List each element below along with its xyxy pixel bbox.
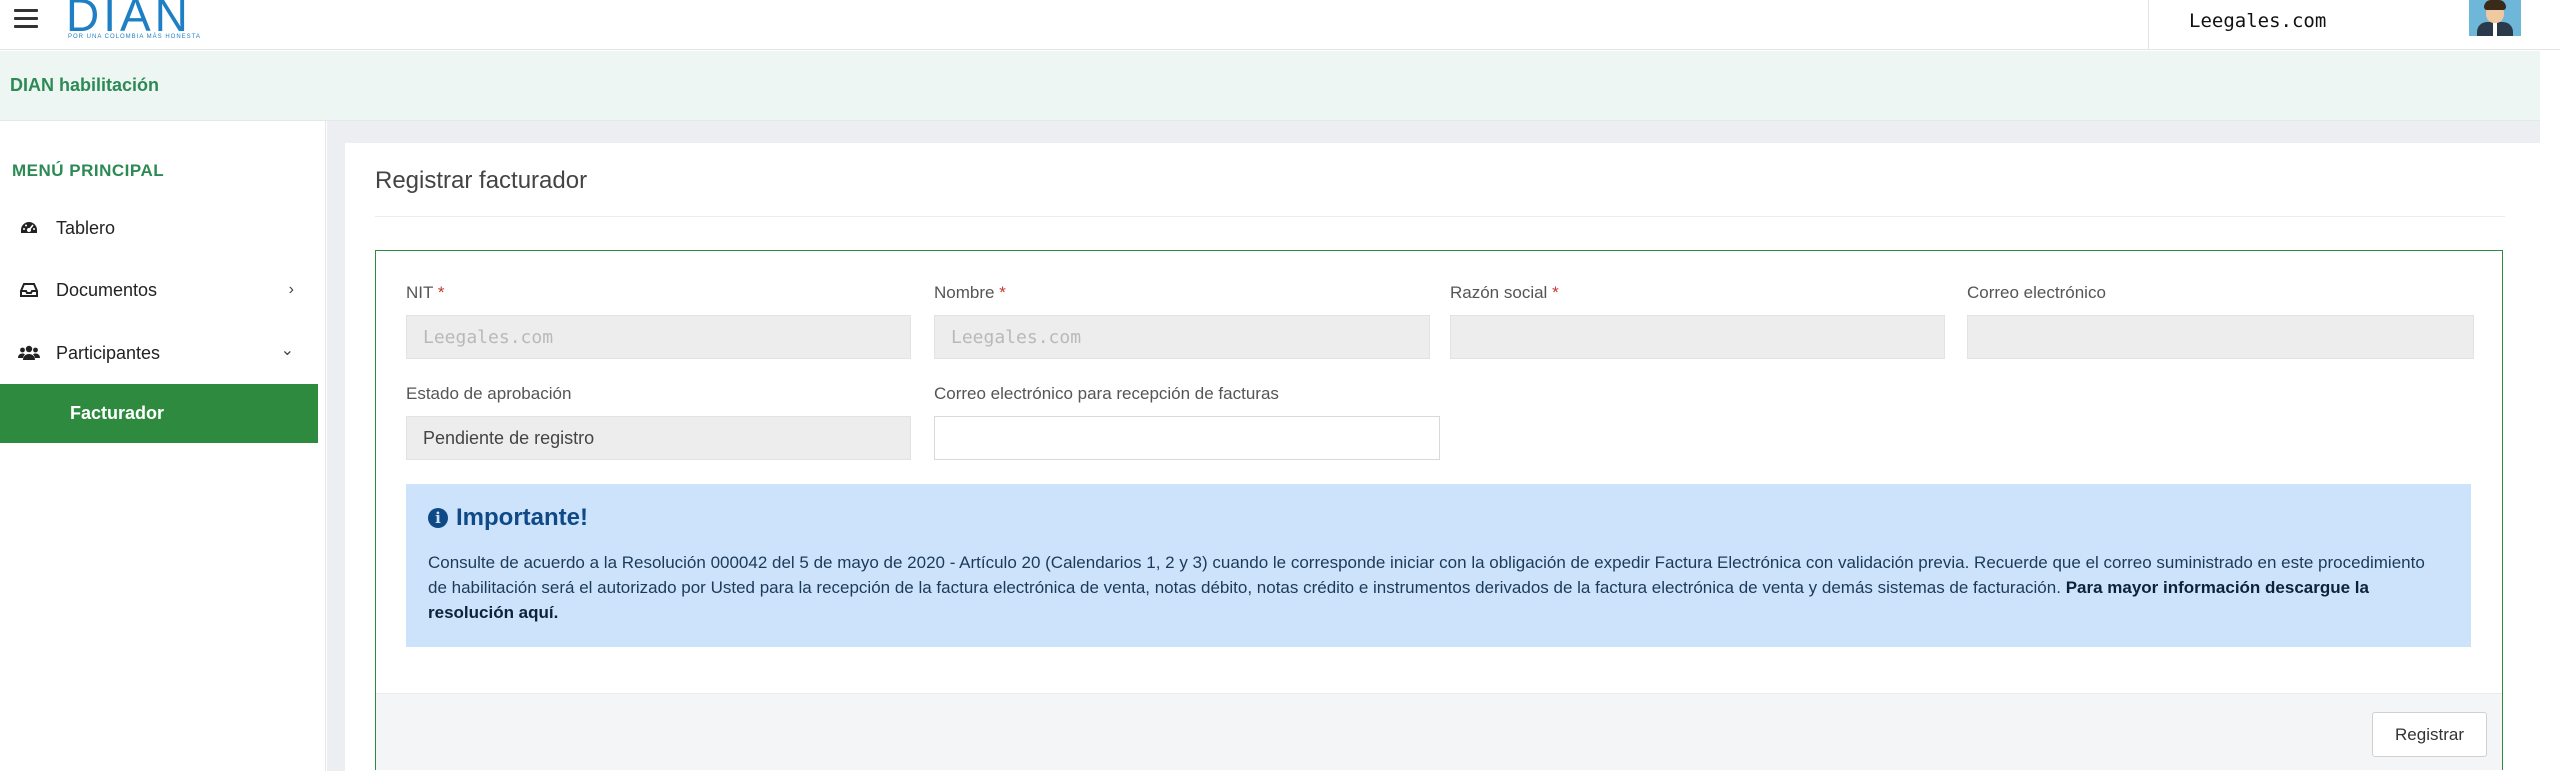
registration-form: NIT * Leegales.com Nombre * Leegales.com… (375, 250, 2503, 770)
sidebar-subitem-label: Facturador (70, 403, 165, 423)
nombre-label-text: Nombre (934, 283, 995, 302)
menu-title: MENÚ PRINCIPAL (12, 161, 165, 180)
sidebar: MENÚ PRINCIPAL Tablero Documentos › Part… (0, 121, 326, 771)
nit-label-text: NIT (406, 283, 434, 302)
user-area[interactable]: Leegales.com (2148, 0, 2560, 50)
nombre-label: Nombre * (934, 283, 1006, 303)
inbox-icon (18, 281, 40, 299)
users-icon (18, 344, 40, 362)
subheader: DIAN habilitación (0, 51, 2540, 121)
sidebar-item-label: Tablero (56, 217, 116, 238)
nit-label: NIT * (406, 283, 444, 303)
registrar-button[interactable]: Registrar (2372, 712, 2487, 757)
correo-field (1967, 315, 2474, 359)
form-footer: Registrar (376, 693, 2502, 770)
correo-label: Correo electrónico (1967, 283, 2106, 302)
notice-title-text: Importante! (456, 504, 588, 531)
nit-field: Leegales.com (406, 315, 911, 359)
chevron-down-icon: ⌄ (280, 342, 294, 359)
razon-social-label-text: Razón social (1450, 283, 1548, 302)
sidebar-item-tablero[interactable]: Tablero (0, 199, 318, 257)
dian-logo[interactable]: DIAN POR UNA COLOMBIA MÁS HONESTA (66, 0, 226, 44)
notice-title: i Importante! (428, 504, 588, 532)
info-icon: i (428, 508, 448, 528)
notice-text: Consulte de acuerdo a la Resolución 0000… (428, 550, 2448, 625)
divider (375, 216, 2505, 217)
nombre-field: Leegales.com (934, 315, 1430, 359)
correo-facturas-input[interactable] (934, 416, 1440, 460)
chevron-right-icon: › (288, 281, 294, 298)
important-notice: i Importante! Consulte de acuerdo a la R… (406, 484, 2471, 647)
page-scrollbar[interactable] (2540, 51, 2560, 771)
estado-field: Pendiente de registro (406, 416, 911, 460)
sidebar-item-documentos[interactable]: Documentos › (0, 261, 318, 319)
page-title: Registrar facturador (375, 167, 588, 194)
correo-facturas-label: Correo electrónico para recepción de fac… (934, 384, 1279, 403)
main-content: Registrar facturador NIT * Leegales.com … (327, 121, 2540, 771)
hamburger-menu-icon[interactable] (14, 9, 38, 29)
sidebar-item-label: Participantes (56, 342, 161, 363)
razon-social-field (1450, 315, 1945, 359)
logo-tagline: POR UNA COLOMBIA MÁS HONESTA (68, 34, 201, 40)
required-mark: * (437, 283, 445, 302)
sidebar-item-label: Documentos (56, 279, 158, 300)
required-mark: * (999, 283, 1006, 302)
logo-text: DIAN (66, 0, 192, 41)
sidebar-subitem-facturador[interactable]: Facturador (0, 384, 318, 443)
subheader-title: DIAN habilitación (10, 75, 160, 95)
razon-social-label: Razón social * (1450, 283, 1559, 303)
sidebar-item-participantes[interactable]: Participantes ⌄ (0, 324, 318, 382)
content-panel: Registrar facturador NIT * Leegales.com … (345, 143, 2540, 771)
user-avatar[interactable] (2469, 0, 2521, 36)
top-bar: DIAN POR UNA COLOMBIA MÁS HONESTA Leegal… (0, 0, 2560, 50)
estado-label: Estado de aprobación (406, 384, 572, 403)
required-mark: * (1552, 283, 1559, 302)
user-name: Leegales.com (2189, 10, 2327, 32)
dashboard-icon (18, 219, 40, 237)
